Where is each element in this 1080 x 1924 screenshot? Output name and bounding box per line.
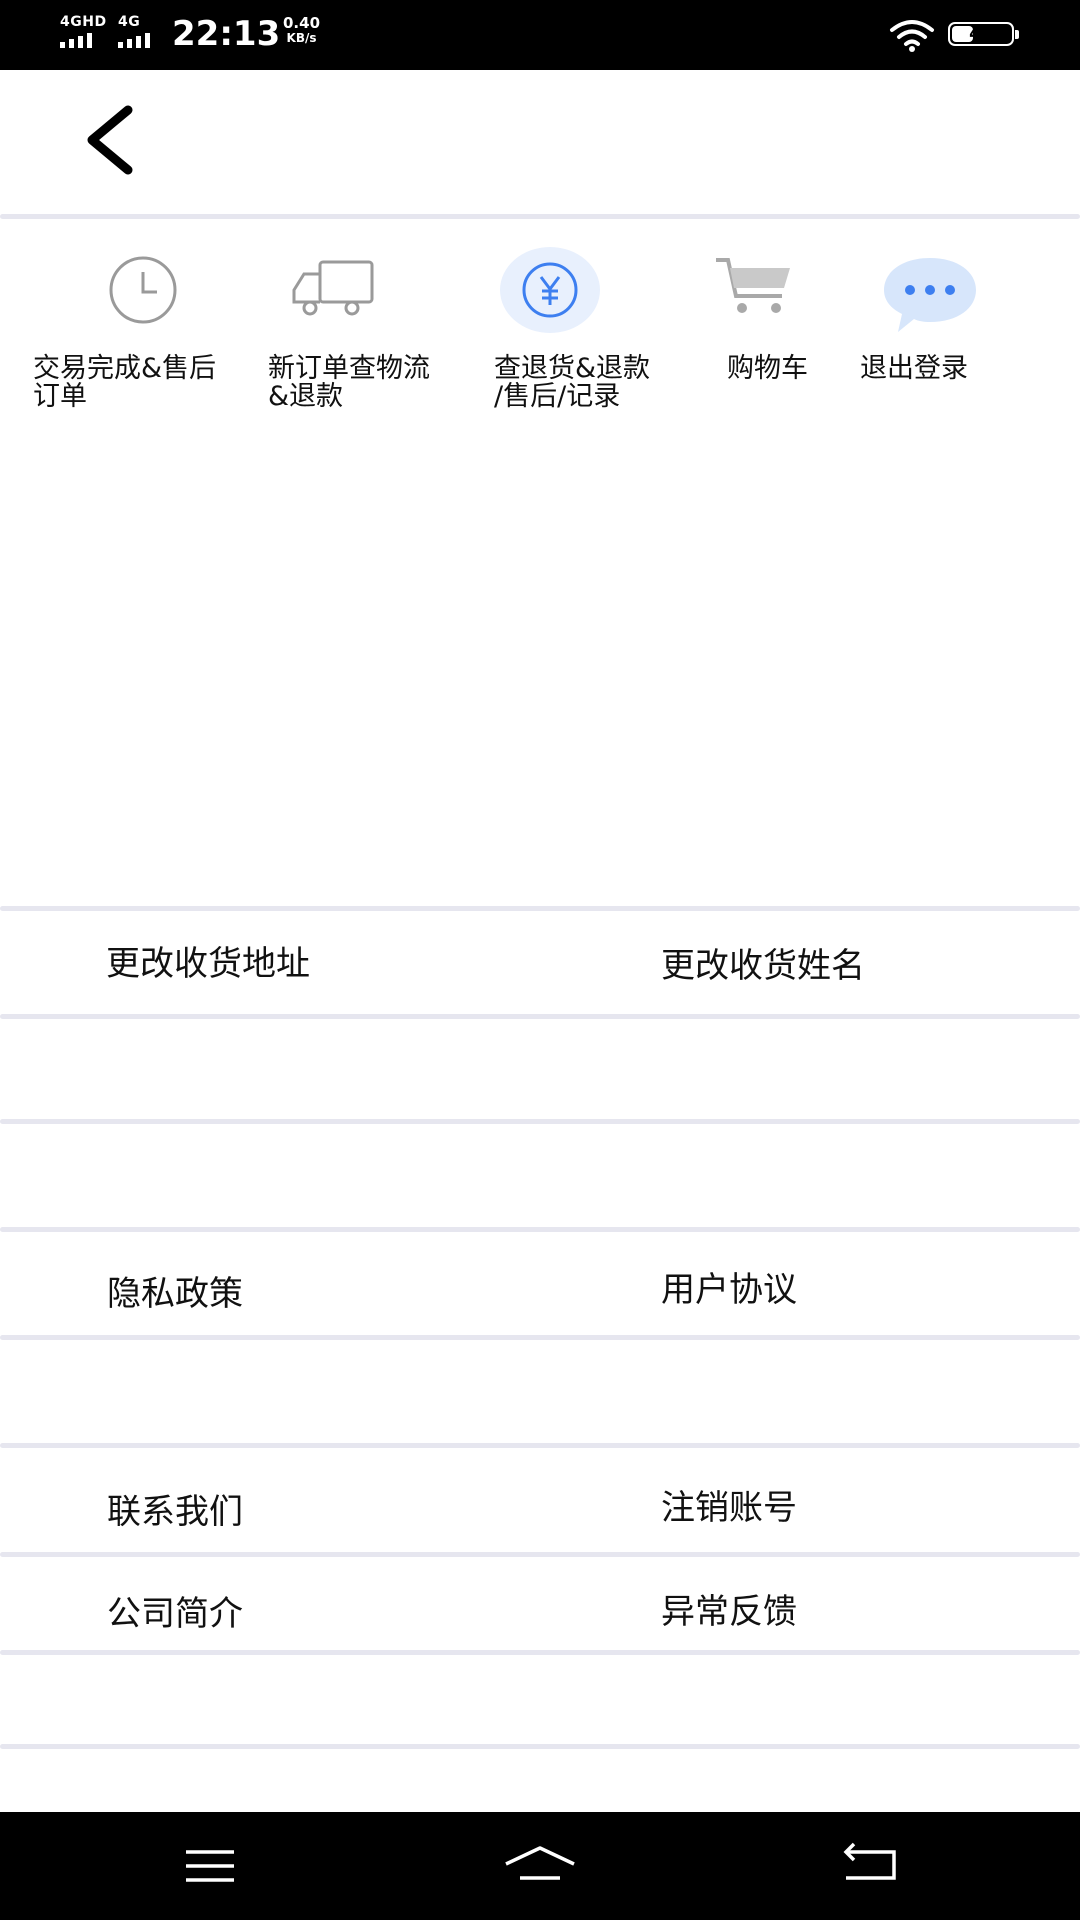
speed-value: 0.40 <box>283 14 321 32</box>
cart-icon <box>716 258 790 313</box>
divider <box>0 906 1080 911</box>
yuan-icon <box>500 247 600 333</box>
quick-action-label: 退出登录 <box>860 353 968 384</box>
speed-unit: KB/s <box>286 31 317 45</box>
divider <box>0 1552 1080 1557</box>
company-intro-item[interactable]: 公司简介 <box>107 1586 243 1635</box>
quick-action-label: 购物车 <box>727 353 808 384</box>
clock-icon <box>109 256 177 324</box>
chevron-left-icon <box>87 105 133 175</box>
user-agreement-item[interactable]: 用户协议 <box>661 1262 797 1311</box>
change-address-item[interactable]: 更改收货地址 <box>106 936 310 985</box>
privacy-policy-item[interactable]: 隐私政策 <box>107 1266 243 1315</box>
feedback-item[interactable]: 异常反馈 <box>661 1584 797 1633</box>
divider <box>0 1744 1080 1749</box>
quick-action-cart[interactable] <box>700 240 840 410</box>
truck-icon <box>292 260 374 316</box>
signal-2-icon <box>118 33 150 48</box>
quick-action-label: 查退货&退款 /售后/记录 <box>494 353 651 412</box>
divider <box>0 1650 1080 1655</box>
signal-1-icon <box>60 33 92 48</box>
divider <box>0 1443 1080 1448</box>
home-icon <box>505 1846 575 1880</box>
quick-action-logout[interactable] <box>860 240 1000 410</box>
battery-tip <box>1015 30 1019 39</box>
divider <box>0 1014 1080 1019</box>
quick-action-label: 交易完成&售后 订单 <box>33 353 217 412</box>
home-button[interactable] <box>480 1812 600 1920</box>
network-type-1: 4GHD <box>60 14 107 30</box>
divider <box>0 214 1080 219</box>
battery-percentage: 41 <box>969 24 993 44</box>
status-bar: 4GHD 4G 22:13 0.40 KB/s 41 <box>0 0 1080 70</box>
quick-action-label: 新订单查物流 &退款 <box>268 353 430 412</box>
back-nav-button[interactable] <box>810 1812 930 1920</box>
chat-bubble-icon <box>884 258 976 332</box>
contact-us-item[interactable]: 联系我们 <box>107 1484 243 1533</box>
network-type-2: 4G <box>118 14 141 30</box>
menu-icon <box>186 1850 234 1882</box>
menu-button[interactable] <box>150 1812 270 1920</box>
clock-time: 22:13 <box>172 14 281 54</box>
divider <box>0 1227 1080 1232</box>
battery-icon: 41 <box>948 22 1019 46</box>
change-name-item[interactable]: 更改收货姓名 <box>661 938 865 987</box>
divider <box>0 1335 1080 1340</box>
network-speed: 0.40 KB/s <box>283 16 320 46</box>
back-button[interactable] <box>76 100 146 180</box>
wifi-icon <box>890 20 934 52</box>
divider <box>0 1119 1080 1124</box>
navigation-bar <box>0 1812 1080 1920</box>
back-arrow-icon <box>843 1842 896 1880</box>
header <box>0 70 1080 215</box>
delete-account-item[interactable]: 注销账号 <box>661 1480 797 1529</box>
